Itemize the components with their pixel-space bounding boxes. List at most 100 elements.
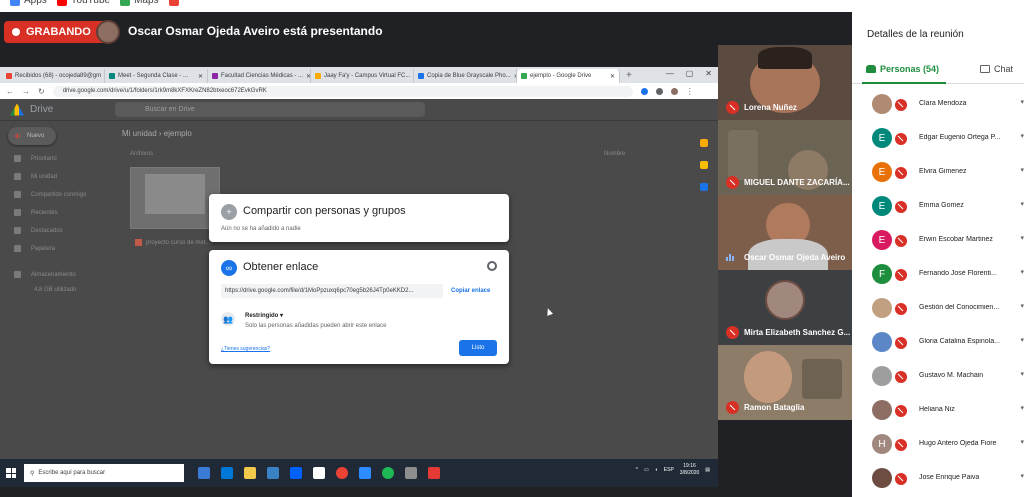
access-dropdown[interactable]: Restringido ▾ bbox=[245, 312, 283, 319]
participant-row[interactable]: Gustavo M. Machain ▾ bbox=[852, 360, 1024, 394]
task-view-icon[interactable] bbox=[198, 467, 210, 479]
participant-row[interactable]: F Fernando José Florenti... ▾ bbox=[852, 258, 1024, 292]
sidebar-item-almacenamiento[interactable]: Almacenamiento bbox=[14, 271, 76, 278]
participant-row[interactable]: Clara Mendoza ▾ bbox=[852, 88, 1024, 122]
chevron-down-icon[interactable]: ▾ bbox=[1020, 336, 1024, 344]
chevron-down-icon[interactable]: ▾ bbox=[1020, 268, 1024, 276]
tab-chat[interactable]: Chat bbox=[980, 64, 1013, 74]
network-icon[interactable]: ▭ bbox=[644, 467, 649, 473]
zoom-icon[interactable] bbox=[359, 467, 371, 479]
mic-off-icon bbox=[895, 201, 907, 213]
done-button[interactable]: Listo bbox=[459, 340, 497, 356]
browser-tab[interactable]: ejemplo - Google Drive ✕ bbox=[517, 69, 620, 83]
new-button[interactable]: + Nuevo bbox=[8, 127, 56, 145]
acrobat-icon[interactable] bbox=[428, 467, 440, 479]
participant-row[interactable]: E Emma Gomez ▾ bbox=[852, 190, 1024, 224]
notifications-icon[interactable]: ▤ bbox=[705, 467, 710, 473]
participant-row[interactable]: Jose Enrique Paiva ▾ bbox=[852, 462, 1024, 496]
spotify-icon[interactable] bbox=[382, 467, 394, 479]
participant-tile[interactable]: Mirta Elizabeth Sanchez G... bbox=[718, 270, 852, 345]
clock[interactable]: 19:16 3/8/2020 bbox=[680, 463, 699, 476]
chevron-down-icon[interactable]: ▾ bbox=[1020, 404, 1024, 412]
file-item[interactable]: proyecto curso de met... bbox=[135, 239, 210, 246]
chrome-icon[interactable] bbox=[336, 467, 348, 479]
participant-tile[interactable]: Ramon Bataglia bbox=[718, 345, 852, 420]
participant-tile[interactable]: MIGUEL DANTE ZACARÍA... bbox=[718, 120, 852, 195]
chevron-down-icon[interactable]: ▾ bbox=[1020, 472, 1024, 480]
app-icon[interactable] bbox=[405, 467, 417, 479]
extension-icon[interactable] bbox=[655, 87, 663, 95]
address-url: drive.google.com/drive/u/1/folders/1rk9m… bbox=[62, 88, 267, 94]
participant-row[interactable]: Gloria Catalina Espinola... ▾ bbox=[852, 326, 1024, 360]
bookmark-item[interactable]: YouTube bbox=[56, 0, 110, 6]
mail-icon[interactable] bbox=[267, 467, 279, 479]
volume-icon[interactable]: ◖ bbox=[655, 467, 658, 473]
forward-icon[interactable]: → bbox=[22, 87, 30, 96]
participant-row[interactable]: E Elvira Gimenez ▾ bbox=[852, 156, 1024, 190]
back-icon[interactable]: ← bbox=[6, 87, 14, 96]
sidebar-item-destacados[interactable]: Destacados bbox=[14, 227, 63, 234]
sort-by-name[interactable]: Nombre bbox=[604, 151, 625, 157]
more-icon[interactable]: ⋮ bbox=[686, 87, 694, 96]
windows-start-icon[interactable] bbox=[6, 468, 16, 478]
edge-icon[interactable] bbox=[221, 467, 233, 479]
chevron-down-icon[interactable]: ▾ bbox=[1020, 166, 1024, 174]
chevron-down-icon[interactable]: ▾ bbox=[1020, 200, 1024, 208]
tab-close-icon[interactable]: ✕ bbox=[610, 73, 615, 80]
new-tab-button[interactable]: + bbox=[626, 69, 632, 83]
keep-icon[interactable] bbox=[700, 161, 708, 169]
chevron-down-icon[interactable]: ▾ bbox=[1020, 438, 1024, 446]
sidebar-item-mi-unidad[interactable]: Mi unidad bbox=[14, 173, 57, 180]
calendar-icon[interactable] bbox=[700, 139, 708, 147]
extension-icon[interactable] bbox=[640, 87, 648, 95]
sidebar-item-recientes[interactable]: Recientes bbox=[14, 209, 58, 216]
sidebar-item-papelera[interactable]: Papelera bbox=[14, 245, 55, 252]
participant-tile[interactable]: Lorena Nuñez bbox=[718, 45, 852, 120]
chevron-down-icon[interactable]: ▾ bbox=[1020, 132, 1024, 140]
bookmark-item[interactable]: Maps bbox=[120, 0, 159, 6]
participant-row[interactable]: Gestión del Conocimien... ▾ bbox=[852, 292, 1024, 326]
gear-icon[interactable] bbox=[487, 261, 497, 271]
browser-tab[interactable]: Jaay Fa'y - Campus Virtual FC...✕ bbox=[311, 69, 414, 83]
share-url-field[interactable]: https://drive.google.com/file/d/1MoPpzux… bbox=[221, 284, 443, 298]
input-language[interactable]: ESP bbox=[664, 467, 674, 473]
dropbox-icon[interactable] bbox=[290, 467, 302, 479]
share-dialog-title[interactable]: Compartir con personas y grupos bbox=[243, 205, 406, 217]
taskbar-search-input[interactable]: ⚲ Escribe aquí para buscar bbox=[24, 464, 184, 482]
browser-tab[interactable]: Meet - Segunda Clase - ... ✕ bbox=[105, 69, 208, 83]
chevron-up-icon[interactable]: ^ bbox=[636, 467, 638, 473]
file-thumbnail[interactable] bbox=[130, 167, 220, 229]
breadcrumb[interactable]: Mi unidad › ejemplo bbox=[122, 129, 192, 138]
close-icon[interactable]: ✕ bbox=[705, 69, 712, 78]
minimize-icon[interactable]: — bbox=[666, 69, 674, 78]
bookmark-item[interactable]: Apps bbox=[10, 0, 47, 6]
feedback-link[interactable]: ¿Tienes sugerencias? bbox=[221, 346, 270, 352]
chevron-down-icon[interactable]: ▾ bbox=[1020, 234, 1024, 242]
participant-row[interactable]: E Edgar Eugenio Ortega P... ▾ bbox=[852, 122, 1024, 156]
tab-close-icon[interactable]: ✕ bbox=[198, 73, 203, 80]
participant-tile[interactable]: Oscar Osmar Ojeda Aveiro bbox=[718, 195, 852, 270]
tab-people[interactable]: Personas (54) bbox=[866, 64, 939, 74]
browser-tab[interactable]: Copia de Blue Grayscale Pho...✕ bbox=[414, 69, 517, 83]
copy-link-button[interactable]: Copiar enlace bbox=[451, 288, 490, 294]
bookmark-item[interactable] bbox=[168, 0, 183, 6]
reload-icon[interactable]: ↻ bbox=[38, 87, 45, 96]
address-bar[interactable]: drive.google.com/drive/u/1/folders/1rk9m… bbox=[52, 85, 633, 97]
profile-avatar[interactable] bbox=[670, 87, 678, 95]
chevron-down-icon[interactable]: ▾ bbox=[1020, 302, 1024, 310]
participant-row[interactable]: H Hugo Antero Ojeda Fiore ▾ bbox=[852, 428, 1024, 462]
chevron-down-icon[interactable]: ▾ bbox=[1020, 370, 1024, 378]
sidebar-item-prioritario[interactable]: Prioritario bbox=[14, 155, 57, 162]
app-icon[interactable] bbox=[313, 467, 325, 479]
participant-row[interactable]: Heliana Niz ▾ bbox=[852, 394, 1024, 428]
chevron-down-icon[interactable]: ▾ bbox=[1020, 98, 1024, 106]
sidebar-item-compartido[interactable]: Compartido conmigo bbox=[14, 191, 86, 198]
browser-tab[interactable]: Recibidos (68) - ocojeda89@gm✕ bbox=[2, 69, 105, 83]
people-icon bbox=[866, 65, 876, 73]
browser-tab[interactable]: Facultad Ciencias Médicas - ... ✕ bbox=[208, 69, 311, 83]
maximize-icon[interactable]: ▢ bbox=[686, 69, 694, 78]
drive-search-input[interactable]: Buscar en Drive bbox=[115, 102, 425, 117]
file-explorer-icon[interactable] bbox=[244, 467, 256, 479]
tasks-icon[interactable] bbox=[700, 183, 708, 191]
participant-row[interactable]: E Erwin Escobar Martinez ▾ bbox=[852, 224, 1024, 258]
